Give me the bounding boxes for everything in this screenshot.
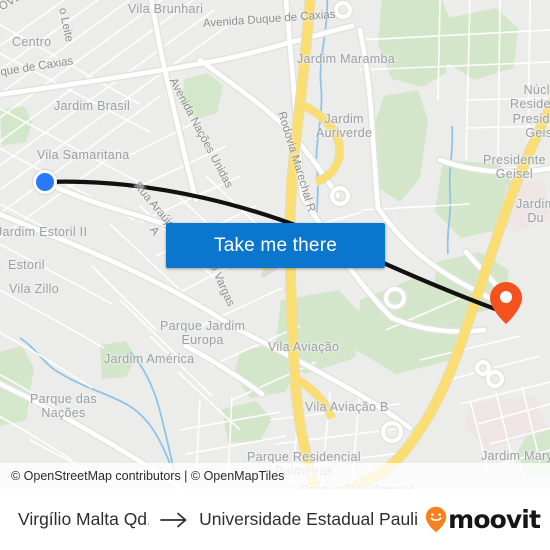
moovit-logo[interactable]: moovit bbox=[425, 505, 541, 534]
moovit-trip-map-view: Centro Vila Brunhari Jardim Brasil Vila … bbox=[0, 0, 550, 550]
arrow-right-icon bbox=[160, 512, 188, 528]
attribution-text[interactable]: © OpenStreetMap contributors | © OpenMap… bbox=[11, 469, 284, 483]
trip-footer: Virgílio Malta Qd.... Universidade Estad… bbox=[0, 489, 550, 550]
moovit-wordmark: moovit bbox=[448, 505, 541, 534]
destination-marker[interactable] bbox=[489, 281, 523, 325]
destination-label: Universidade Estadual Paulist... bbox=[199, 509, 418, 529]
map-attribution: © OpenStreetMap contributors | © OpenMap… bbox=[0, 463, 550, 489]
origin-label: Virgílio Malta Qd.... bbox=[18, 509, 149, 529]
origin-dot[interactable] bbox=[33, 170, 57, 194]
take-me-there-button[interactable]: Take me there bbox=[166, 223, 385, 268]
moovit-pin-icon bbox=[425, 506, 447, 533]
trip-summary[interactable]: Virgílio Malta Qd.... Universidade Estad… bbox=[18, 509, 417, 530]
map-canvas[interactable]: Centro Vila Brunhari Jardim Brasil Vila … bbox=[0, 0, 550, 489]
